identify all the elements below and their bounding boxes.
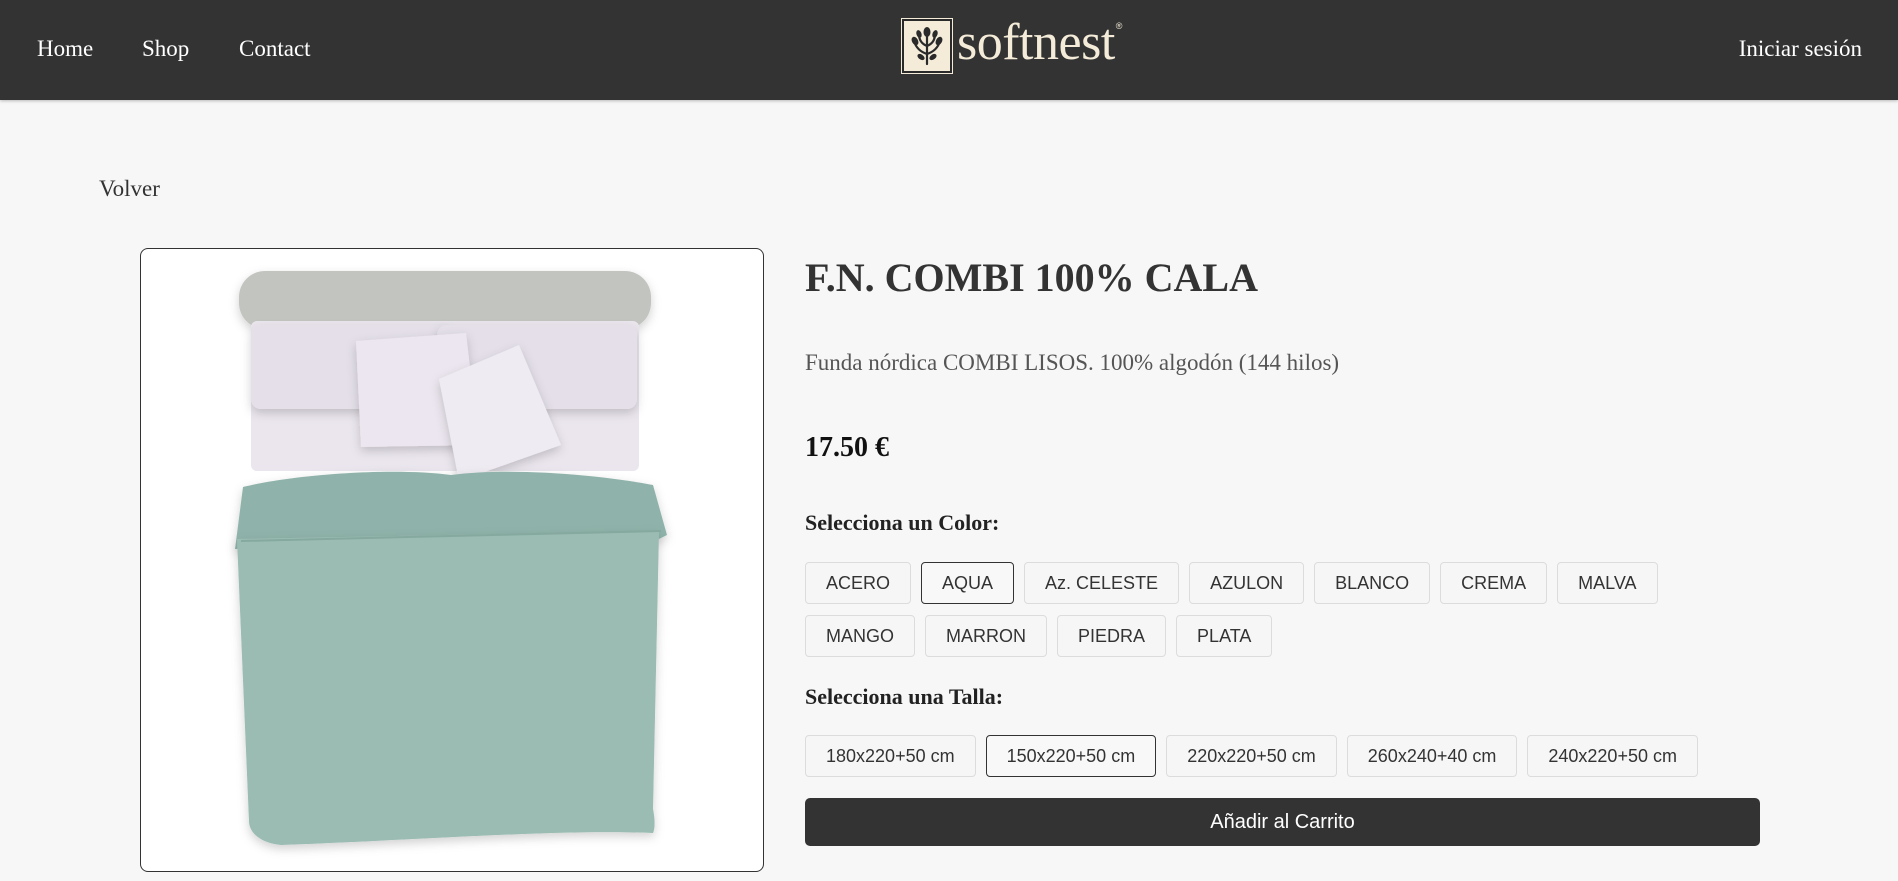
color-option-crema[interactable]: CREMA <box>1440 562 1548 604</box>
product-image <box>140 248 764 872</box>
size-option-180x220[interactable]: 180x220+50 cm <box>805 735 976 777</box>
nav-home-link[interactable]: Home <box>37 36 93 62</box>
color-option-acero[interactable]: ACERO <box>805 562 912 604</box>
color-option-piedra[interactable]: PIEDRA <box>1057 615 1167 657</box>
nav-contact-link[interactable]: Contact <box>239 36 311 62</box>
color-options-row-2: MANGO MARRON PIEDRA PLATA <box>805 615 1273 657</box>
brand-logo[interactable]: softnest ® <box>901 14 1123 75</box>
brand-name: softnest <box>957 14 1115 71</box>
duvet-cover-photo-icon <box>235 271 667 845</box>
color-option-az-celeste[interactable]: Az. CELESTE <box>1024 562 1180 604</box>
product-price: 17.50 € <box>805 432 889 463</box>
leaf-emblem-icon <box>901 18 953 74</box>
back-link[interactable]: Volver <box>99 176 160 202</box>
color-options-row-1: ACERO AQUA Az. CELESTE AZULON BLANCO CRE… <box>805 562 1658 604</box>
size-option-240x220[interactable]: 240x220+50 cm <box>1527 735 1698 777</box>
size-section-label: Selecciona una Talla: <box>805 684 1004 709</box>
product-title: F.N. COMBI 100% CALA <box>805 255 1258 300</box>
color-option-marron[interactable]: MARRON <box>925 615 1048 657</box>
product-description: Funda nórdica COMBI LISOS. 100% algodón … <box>805 350 1340 375</box>
add-to-cart-button[interactable]: Añadir al Carrito <box>805 798 1760 846</box>
size-option-220x220[interactable]: 220x220+50 cm <box>1166 735 1337 777</box>
color-option-aqua[interactable]: AQUA <box>921 562 1015 604</box>
top-navigation-bar: Home Shop Contact softnest ® Iniciar ses… <box>0 0 1898 100</box>
registered-mark: ® <box>1115 21 1123 31</box>
color-option-blanco[interactable]: BLANCO <box>1314 562 1431 604</box>
color-option-malva[interactable]: MALVA <box>1557 562 1658 604</box>
size-option-260x240[interactable]: 260x240+40 cm <box>1346 735 1518 777</box>
size-option-150x220[interactable]: 150x220+50 cm <box>985 735 1157 777</box>
size-options-row: 180x220+50 cm 150x220+50 cm 220x220+50 c… <box>805 735 1698 777</box>
nav-shop-link[interactable]: Shop <box>142 36 189 62</box>
color-section-label: Selecciona un Color: <box>805 510 1000 535</box>
login-link[interactable]: Iniciar sesión <box>1739 36 1862 62</box>
color-option-mango[interactable]: MANGO <box>805 615 916 657</box>
color-option-azulon[interactable]: AZULON <box>1189 562 1305 604</box>
color-option-plata[interactable]: PLATA <box>1176 615 1273 657</box>
